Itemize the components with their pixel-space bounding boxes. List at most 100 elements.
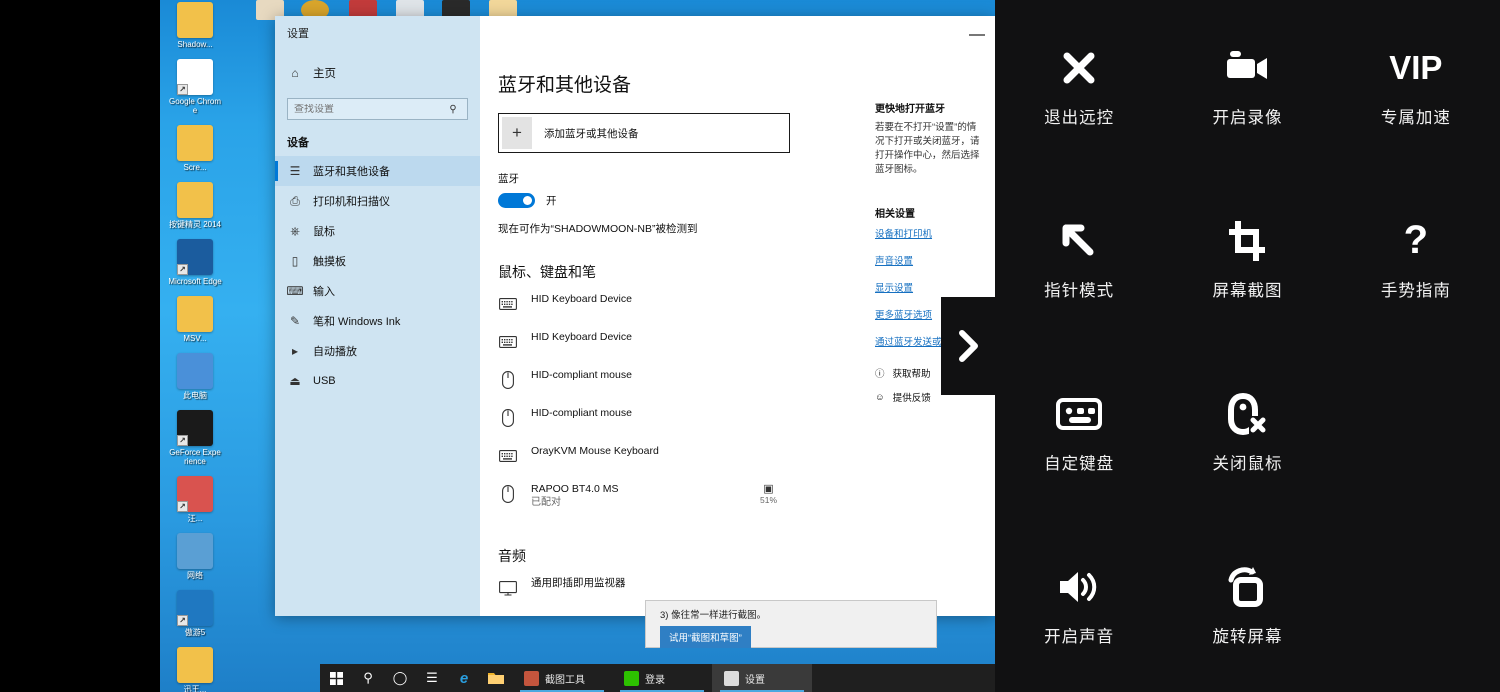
sidebar-item-6[interactable]: ✎ 笔和 Windows Ink bbox=[275, 306, 480, 336]
device-row[interactable]: RAPOO BT4.0 MS 已配对 ▣ 51% bbox=[498, 482, 995, 520]
keyboard-icon bbox=[498, 446, 518, 466]
windows-start-icon[interactable] bbox=[320, 664, 352, 692]
desktop-icon-label: Microsoft Edge bbox=[168, 277, 222, 286]
settings-window[interactable]: 设置 ⌂ 主页 ⚲ 设备 ☰ 蓝牙和其他设备 ⎙ 打印机和扫描仪 ⎈ 鼠标 ▯ 触摸板 ⌨ 输入 ✎… bbox=[275, 16, 995, 616]
settings-main-pane[interactable]: 蓝牙和其他设备 + 添加蓝牙或其他设备 蓝牙 开 现在可作为“SHADOWMOO… bbox=[480, 48, 995, 616]
search-settings-box[interactable]: ⚲ bbox=[287, 98, 468, 120]
desktop-icon[interactable]: ↗ Microsoft Edge bbox=[168, 239, 222, 286]
edge-icon: ↗ bbox=[177, 239, 213, 275]
sidebar-item-3[interactable]: ⎈ 鼠标 bbox=[275, 216, 480, 246]
desktop-icon[interactable]: ↗ Google Chrome bbox=[168, 59, 222, 115]
cortana-icon[interactable]: ◯ bbox=[384, 664, 416, 692]
sidebar-item-label: 鼠标 bbox=[313, 226, 335, 238]
taskbar[interactable]: ⚲ ◯ ☰ e 截图工具 登录 设置 bbox=[320, 664, 995, 692]
usb-icon: ⏏ bbox=[289, 374, 301, 388]
desktop-icon[interactable]: MSV... bbox=[168, 296, 222, 343]
sidebar-item-4[interactable]: ▯ 触摸板 bbox=[275, 246, 480, 276]
control-button-disable-mouse[interactable]: 关闭鼠标 bbox=[1163, 346, 1331, 519]
desktop-icon[interactable]: 此电脑 bbox=[168, 353, 222, 400]
settings-sidebar[interactable]: ⌂ 主页 ⚲ 设备 ☰ 蓝牙和其他设备 ⎙ 打印机和扫描仪 ⎈ 鼠标 ▯ 触摸板 ⌨ 输入 ✎ 笔和 … bbox=[275, 48, 480, 616]
device-name: HID Keyboard Device bbox=[531, 293, 632, 305]
desktop-icon-grid[interactable]: Shadow... ↗ Google Chrome Scre... 按键精灵 2014 ↗… bbox=[164, 2, 284, 692]
device-row[interactable]: OrayKVM Mouse Keyboard bbox=[498, 444, 995, 482]
video-camera-icon bbox=[1225, 46, 1269, 90]
desktop-icon-label: Scre... bbox=[183, 163, 207, 172]
control-button-exit-remote[interactable]: 退出远控 bbox=[995, 0, 1163, 173]
pen-icon: ✎ bbox=[289, 314, 301, 328]
bluetooth-toggle[interactable] bbox=[498, 193, 535, 208]
desktop-icon-label: 汪... bbox=[187, 514, 203, 523]
taskbar-pinned-explorer-icon[interactable] bbox=[480, 664, 512, 692]
remote-desktop-viewport[interactable]: Shadow... ↗ Google Chrome Scre... 按键精灵 2014 ↗… bbox=[160, 0, 995, 692]
control-button-vip-accelerate[interactable]: VIP 专属加速 bbox=[1332, 0, 1500, 173]
bluetooth-device-icon: ☰ bbox=[289, 164, 301, 178]
tip-body: 若要在不打开“设置”的情况下打开或关闭蓝牙，请打开操作中心，然后选择蓝牙图标。 bbox=[875, 122, 980, 175]
taskbar-pinned-edge-icon[interactable]: e bbox=[448, 664, 480, 692]
task-view-icon[interactable]: ☰ bbox=[416, 664, 448, 692]
desktop-icon-label: 傲游5 bbox=[184, 628, 206, 637]
desktop-icon[interactable]: 按键精灵 2014 bbox=[168, 182, 222, 229]
snipping-tool-icon bbox=[524, 670, 539, 686]
search-input[interactable] bbox=[294, 103, 445, 115]
shortcut-arrow-icon: ↗ bbox=[177, 84, 188, 95]
control-button-gesture-guide[interactable]: ? 手势指南 bbox=[1332, 173, 1500, 346]
related-settings-title: 相关设置 bbox=[875, 209, 915, 220]
remote-control-panel[interactable]: 退出远控 开启录像 VIP 专属加速 指针模式 屏幕截图 ? 手势指南 自定键盘… bbox=[995, 0, 1500, 692]
desktop-icon[interactable]: ↗ 傲游5 bbox=[168, 590, 222, 637]
desktop-icon[interactable]: ↗ 汪... bbox=[168, 476, 222, 523]
desktop-icon-label: 迅王... bbox=[183, 685, 207, 692]
sidebar-item-5[interactable]: ⌨ 输入 bbox=[275, 276, 480, 306]
minimize-button[interactable] bbox=[969, 34, 985, 36]
sidebar-item-list[interactable]: ☰ 蓝牙和其他设备 ⎙ 打印机和扫描仪 ⎈ 鼠标 ▯ 触摸板 ⌨ 输入 ✎ 笔和 Windows In… bbox=[275, 156, 480, 396]
sidebar-item-7[interactable]: ▸ 自动播放 bbox=[275, 336, 480, 366]
control-button-pointer-mode[interactable]: 指针模式 bbox=[995, 173, 1163, 346]
folder-icon bbox=[177, 125, 213, 161]
keyboard-icon bbox=[498, 294, 518, 314]
desktop-icon[interactable]: ↗ GeForce Experience bbox=[168, 410, 222, 466]
chrome-icon: ↗ bbox=[177, 59, 213, 95]
question-mark-icon: ? bbox=[1403, 218, 1429, 262]
rotate-screen-icon bbox=[1226, 565, 1268, 609]
control-button-start-recording[interactable]: 开启录像 bbox=[1163, 0, 1331, 173]
sidebar-item-1[interactable]: ☰ 蓝牙和其他设备 bbox=[275, 156, 480, 186]
window-title-text: 设置 bbox=[275, 16, 480, 48]
taskbar-app-3[interactable]: 设置 bbox=[712, 664, 812, 692]
related-link-3[interactable]: 显示设置 bbox=[875, 280, 985, 294]
left-black-gutter bbox=[0, 0, 160, 692]
window-title-bar[interactable]: 设置 bbox=[275, 16, 995, 48]
desktop-icon[interactable]: Scre... bbox=[168, 125, 222, 172]
taskbar-app-2[interactable]: 登录 bbox=[612, 664, 712, 692]
control-button-screenshot[interactable]: 屏幕截图 bbox=[1163, 173, 1331, 346]
desktop-icon[interactable]: 迅王... bbox=[168, 647, 222, 692]
shortcut-arrow-icon: ↗ bbox=[177, 264, 188, 275]
sidebar-item-8[interactable]: ⏏ USB bbox=[275, 366, 480, 396]
control-button-grid[interactable]: 退出远控 开启录像 VIP 专属加速 指针模式 屏幕截图 ? 手势指南 自定键盘… bbox=[995, 0, 1500, 692]
taskbar-app-label: 截图工具 bbox=[545, 674, 585, 686]
snipping-tool-dialog[interactable]: 3) 像往常一样进行截图。 试用“截图和草图” bbox=[645, 600, 937, 648]
keyboard-icon bbox=[498, 332, 518, 352]
mouse-icon bbox=[498, 484, 518, 504]
search-icon[interactable]: ⚲ bbox=[352, 664, 384, 692]
taskbar-app-list[interactable]: 截图工具 登录 设置 bbox=[512, 664, 812, 692]
mouse-icon: ⎈ bbox=[290, 223, 300, 238]
collapse-panel-button[interactable] bbox=[941, 297, 995, 395]
snip-dialog-text: 3) 像往常一样进行截图。 bbox=[660, 610, 767, 621]
related-link-2[interactable]: 声音设置 bbox=[875, 253, 985, 267]
sidebar-item-2[interactable]: ⎙ 打印机和扫描仪 bbox=[275, 186, 480, 216]
help-link-label: 获取帮助 bbox=[892, 369, 931, 380]
taskbar-app-1[interactable]: 截图工具 bbox=[512, 664, 612, 692]
sidebar-item-label: 笔和 Windows Ink bbox=[313, 316, 401, 328]
related-link-1[interactable]: 设备和打印机 bbox=[875, 226, 985, 240]
wechat-icon bbox=[624, 670, 639, 686]
sidebar-item-home[interactable]: ⌂ 主页 bbox=[275, 58, 480, 88]
mouse-icon bbox=[498, 370, 518, 390]
control-button-rotate-screen[interactable]: 旋转屏幕 bbox=[1163, 519, 1331, 692]
sidebar-group-label: 设备 bbox=[287, 137, 309, 149]
desktop-icon[interactable]: Shadow... bbox=[168, 2, 222, 49]
control-button-custom-keyboard[interactable]: 自定键盘 bbox=[995, 346, 1163, 519]
desktop-icon[interactable]: 网络 bbox=[168, 533, 222, 580]
close-x-icon bbox=[1059, 46, 1099, 90]
add-device-button[interactable]: + 添加蓝牙或其他设备 bbox=[498, 113, 790, 153]
control-button-enable-sound[interactable]: 开启声音 bbox=[995, 519, 1163, 692]
snip-try-button[interactable]: 试用“截图和草图” bbox=[660, 626, 751, 648]
